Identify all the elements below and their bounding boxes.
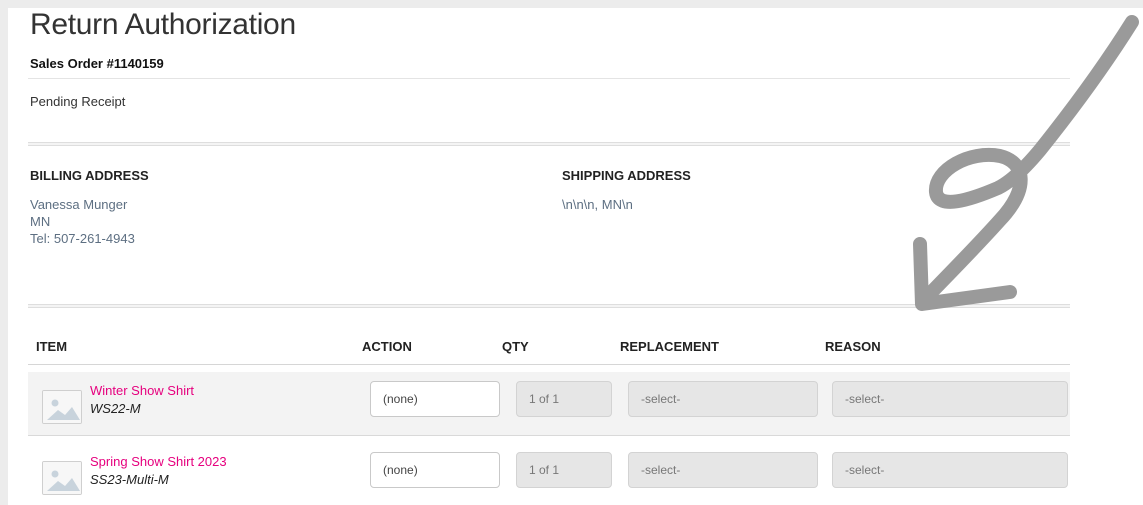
billing-state: MN <box>30 214 51 229</box>
qty-field: 1 of 1 <box>516 381 612 417</box>
table-row: Spring Show Shirt 2023 SS23-Multi-M (non… <box>28 443 1070 505</box>
sales-order-number: Sales Order #1140159 <box>30 56 164 71</box>
shipping-line: \n\n\n, MN\n <box>562 197 633 212</box>
item-name-link[interactable]: Spring Show Shirt 2023 <box>90 454 227 469</box>
billing-phone: Tel: 507-261-4943 <box>30 231 135 246</box>
section-divider <box>28 304 1070 308</box>
item-name-link[interactable]: Winter Show Shirt <box>90 383 194 398</box>
reason-select[interactable]: -select- <box>832 452 1068 488</box>
column-header-item: ITEM <box>36 339 68 354</box>
shipping-address-heading: SHIPPING ADDRESS <box>562 168 691 183</box>
divider <box>28 78 1070 79</box>
column-header-qty: QTY <box>502 339 529 354</box>
image-placeholder-icon <box>42 390 82 424</box>
page-title: Return Authorization <box>30 8 296 41</box>
billing-name: Vanessa Munger <box>30 197 128 212</box>
section-divider <box>28 142 1070 146</box>
column-header-replacement: REPLACEMENT <box>620 339 719 354</box>
image-placeholder-icon <box>42 461 82 495</box>
table-row: Winter Show Shirt WS22-M (none) 1 of 1 -… <box>28 372 1070 436</box>
column-header-action: ACTION <box>362 339 412 354</box>
replacement-select[interactable]: -select- <box>628 381 818 417</box>
billing-address: Vanessa Munger MN Tel: 507-261-4943 <box>30 196 135 247</box>
reason-select[interactable]: -select- <box>832 381 1068 417</box>
qty-field: 1 of 1 <box>516 452 612 488</box>
billing-address-heading: BILLING ADDRESS <box>30 168 149 183</box>
table-header-divider <box>28 364 1070 365</box>
item-sku: WS22-M <box>90 401 141 416</box>
status-text: Pending Receipt <box>30 94 126 109</box>
column-header-reason: REASON <box>825 339 881 354</box>
action-select[interactable]: (none) <box>370 381 500 417</box>
replacement-select[interactable]: -select- <box>628 452 818 488</box>
shipping-address: \n\n\n, MN\n <box>562 196 633 213</box>
action-select[interactable]: (none) <box>370 452 500 488</box>
item-sku: SS23-Multi-M <box>90 472 169 487</box>
